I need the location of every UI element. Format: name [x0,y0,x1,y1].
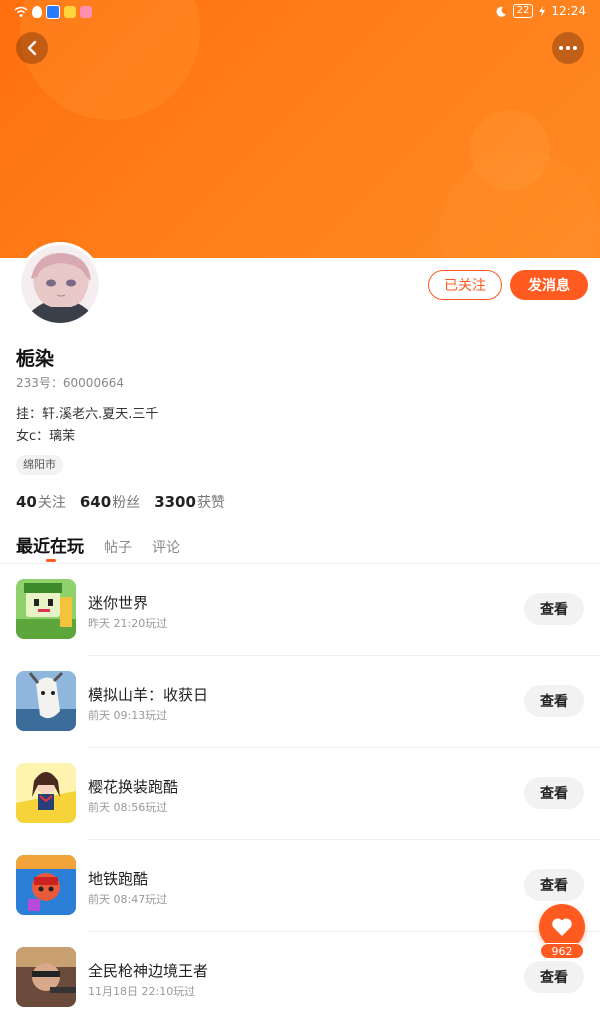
stat-following[interactable]: 40关注 [16,492,66,512]
game-icon-sakura-parkour [16,763,76,823]
game-played-time: 前天 08:56玩过 [88,801,168,814]
more-button[interactable] [552,32,584,64]
chevron-left-icon [27,40,37,56]
list-item[interactable]: 模拟山羊：收获日 前天 09:13玩过 查看 [0,656,600,748]
stat-value: 3300 [154,493,196,511]
shield-app-icon [46,5,60,19]
banner-decoration [470,110,550,190]
tab-comments[interactable]: 评论 [152,537,180,557]
app-notification-icon [80,6,92,18]
bio: 挂：轩.溪老六.夏天.三千 女c：璃茉 [16,404,158,448]
game-icon-gun-king [16,947,76,1007]
clock: 12:24 [551,4,586,18]
view-button[interactable]: 查看 [524,685,584,717]
user-id: 233号：60000664 [16,376,124,390]
stat-label: 获赞 [196,495,225,511]
charging-icon [539,5,546,17]
username: 栀染 [16,348,55,370]
list-item[interactable]: 地铁跑酷 前天 08:47玩过 查看 [0,840,600,932]
view-button[interactable]: 查看 [524,869,584,901]
view-button[interactable]: 查看 [524,777,584,809]
back-button[interactable] [16,32,48,64]
profile-tabs: 最近在玩 帖子 评论 [16,532,200,557]
stat-label: 关注 [37,495,66,511]
followed-button[interactable]: 已关注 [428,270,502,300]
stat-label: 粉丝 [112,495,141,511]
like-count: 962 [540,943,584,959]
avatar[interactable] [18,242,102,326]
list-item[interactable]: 樱花换装跑酷 前天 08:56玩过 查看 [0,748,600,840]
tab-recently-played[interactable]: 最近在玩 [16,532,84,557]
status-bar: 22 12:24 [0,0,600,24]
heart-icon [552,918,572,936]
game-name: 地铁跑酷 [88,870,149,888]
avatar-image [21,245,99,323]
game-played-time: 昨天 21:20玩过 [88,617,168,630]
game-played-time: 前天 09:13玩过 [88,709,168,722]
stat-value: 40 [16,493,37,511]
active-tab-indicator [46,559,56,562]
profile-stats: 40关注 640粉丝 3300获赞 [16,492,225,512]
game-name: 模拟山羊：收获日 [88,686,209,704]
game-name: 樱花换装跑酷 [88,778,179,796]
location-tag: 绵阳市 [16,455,63,475]
wifi-icon [14,6,28,17]
battery-indicator: 22 [512,4,534,18]
more-dots-icon [559,46,577,50]
qq-icon [32,6,42,18]
list-item[interactable]: 迷你世界 昨天 21:20玩过 查看 [0,564,600,656]
game-played-time: 11月18日 22:10玩过 [88,985,196,998]
game-icon-mini-world [16,579,76,639]
tab-posts[interactable]: 帖子 [104,537,132,557]
bio-line: 挂：轩.溪老六.夏天.三千 [16,407,159,422]
game-icon-subway-surfers [16,855,76,915]
stat-likes: 3300获赞 [154,492,225,512]
game-name: 迷你世界 [88,594,149,612]
list-item[interactable]: 全民枪神边境王者 11月18日 22:10玩过 查看 [0,932,600,1024]
game-icon-goat-simulator [16,671,76,731]
view-button[interactable]: 查看 [524,961,584,993]
send-message-button[interactable]: 发消息 [510,270,588,300]
game-name: 全民枪神边境王者 [88,962,209,980]
game-played-time: 前天 08:47玩过 [88,893,168,906]
stat-fans[interactable]: 640粉丝 [80,492,140,512]
moon-icon [496,6,506,17]
profile-banner [0,0,600,258]
view-button[interactable]: 查看 [524,593,584,625]
stat-value: 640 [79,493,112,511]
app-notification-icon [64,6,76,18]
bio-line: 女c：璃茉 [16,429,76,444]
